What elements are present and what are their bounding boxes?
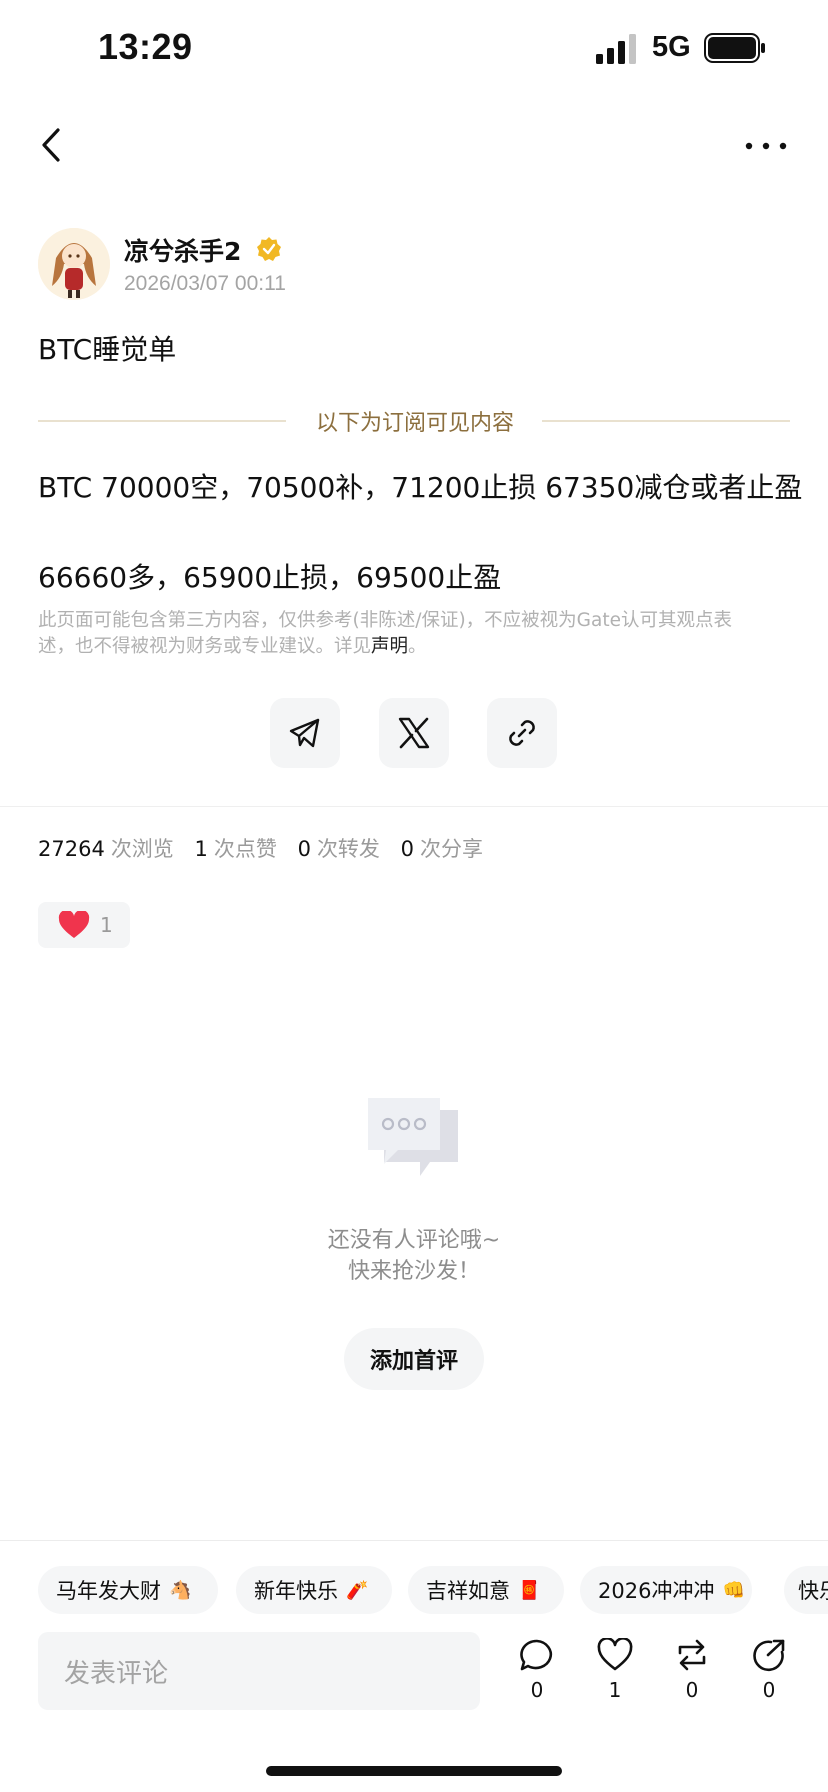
repost-action-button[interactable]: 0 [662,1638,722,1718]
author-name[interactable]: 凉兮杀手2 [124,232,241,268]
x-icon [398,717,430,749]
fist-emoji-icon: 👊 [722,1579,745,1601]
share-x-button[interactable] [379,698,449,768]
quick-reply-label: 吉祥如意 [426,1579,510,1603]
red-envelope-emoji-icon: 🧧 [518,1579,541,1601]
quick-reply-label: 快乐 [798,1579,828,1603]
views-label: 次浏览 [110,837,174,861]
comment-action-button[interactable]: 0 [507,1638,567,1718]
copy-link-button[interactable] [487,698,557,768]
shares-count: 0 [400,837,414,861]
share-count: 0 [762,1678,776,1702]
heart-reaction-chip[interactable]: 1 [38,902,130,948]
quick-reply-label: 新年快乐 [254,1579,338,1603]
share-icon [753,1639,785,1672]
no-comments-illustration-icon [368,1098,458,1176]
disclaimer-line-2: 述，也不得被视为财务或专业建议。详见声明。 [38,634,778,660]
share-action-button[interactable]: 0 [739,1638,799,1718]
comment-count: 0 [530,1678,544,1702]
more-options-icon[interactable] [744,140,788,152]
no-comments-text: 还没有人评论哦~ [327,1228,501,1253]
likes-count: 1 [194,837,208,861]
reposts-count: 0 [297,837,311,861]
signal-icon [596,34,636,64]
disclaimer: 此页面可能包含第三方内容，仅供参考(非陈述/保证)，不应被视为Gate认可其观点… [38,608,778,660]
disclaimer-suffix: 。 [408,636,427,657]
post-content-line-2: 66660多，65900止损，69500止盈 [38,561,502,594]
post-content-line-1: BTC 70000空，70500补，71200止损 67350减仓或者止盈 [38,471,803,504]
divider-line-right [542,420,790,422]
status-time: 13:29 [98,26,193,67]
quick-reply-chip[interactable]: 马年发大财 🐴 [38,1566,218,1614]
avatar[interactable] [38,228,110,300]
like-action-button[interactable]: 1 [585,1638,645,1718]
reposts-label: 次转发 [316,837,380,861]
post-stats: 27264 次浏览 1 次点赞 0 次转发 0 次分享 [38,833,497,863]
home-indicator[interactable] [266,1766,562,1776]
horse-emoji-icon: 🐴 [169,1579,192,1601]
disclaimer-link[interactable]: 声明 [371,636,408,657]
quick-reply-label: 2026冲冲冲 [598,1579,715,1603]
repost-count: 0 [685,1678,699,1702]
post-title: BTC睡觉单 [38,333,177,366]
link-icon [509,720,535,746]
share-telegram-button[interactable] [270,698,340,768]
section-divider [0,806,828,807]
quick-reply-chip[interactable]: 2026冲冲冲 👊 [580,1566,752,1614]
quick-reply-chip[interactable]: 快乐 [784,1566,828,1614]
back-arrow-icon[interactable] [36,124,68,166]
firecracker-emoji-icon: 🧨 [346,1579,369,1601]
verified-badge-icon [257,237,281,261]
telegram-icon [289,718,320,748]
repost-icon [678,1639,706,1671]
likes-label: 次点赞 [213,837,277,861]
heart-icon [58,911,90,938]
add-first-comment-button[interactable]: 添加首评 [344,1328,484,1390]
disclaimer-line-2-text: 述，也不得被视为财务或专业建议。详见 [38,636,372,657]
disclaimer-line-1: 此页面可能包含第三方内容，仅供参考(非陈述/保证)，不应被视为Gate认可其观点… [38,610,732,631]
comment-input[interactable]: 发表评论 [38,1632,480,1710]
heart-reaction-count: 1 [100,913,113,937]
views-count: 27264 [38,837,105,861]
bottom-bar-divider [0,1540,828,1541]
be-first-text: 快来抢沙发！ [347,1259,480,1284]
like-count: 1 [608,1678,622,1702]
shares-label: 次分享 [420,837,483,861]
quick-reply-label: 马年发大财 [56,1579,161,1603]
battery-icon [704,33,765,63]
subscriber-divider-label: 以下为订阅可见内容 [315,411,514,436]
heart-outline-icon [597,1638,633,1671]
comment-icon [520,1639,553,1671]
network-label: 5G [652,31,691,63]
quick-reply-chip[interactable]: 吉祥如意 🧧 [408,1566,564,1614]
divider-line-left [38,420,286,422]
post-timestamp: 2026/03/07 00:11 [124,272,286,295]
quick-reply-chip[interactable]: 新年快乐 🧨 [236,1566,392,1614]
